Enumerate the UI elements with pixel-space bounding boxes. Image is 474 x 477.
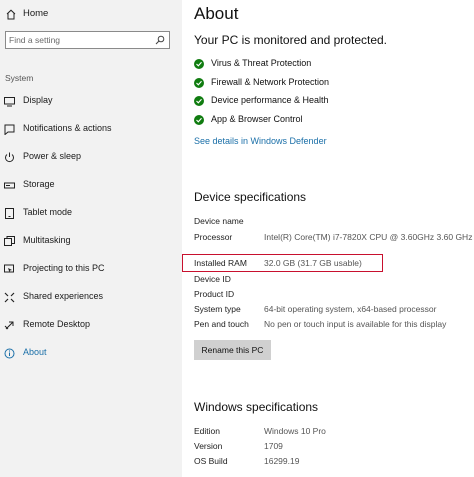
spec-row-system-type: System type 64-bit operating system, x64… (194, 304, 437, 314)
home-nav-item[interactable]: Home (0, 4, 182, 26)
sidebar-item-label: Tablet mode (23, 207, 73, 217)
check-icon (194, 115, 204, 125)
sidebar-item-label: Notifications & actions (23, 123, 112, 133)
protection-heading: Your PC is monitored and protected. (194, 33, 388, 47)
sidebar-item-projecting[interactable]: Projecting to this PC (0, 258, 182, 280)
sidebar-item-tablet-mode[interactable]: Tablet mode (0, 202, 182, 224)
sidebar-item-label: Display (23, 95, 53, 105)
sidebar-item-label: Power & sleep (23, 151, 82, 161)
spec-row-product-id: Product ID (194, 289, 235, 299)
power-icon (5, 152, 14, 163)
home-icon (6, 9, 16, 20)
spec-row-pen-touch: Pen and touch No pen or touch input is a… (194, 319, 447, 329)
page-title: About (194, 4, 239, 23)
sidebar-item-display[interactable]: Display (0, 90, 182, 112)
sidebar-item-notifications[interactable]: Notifications & actions (0, 118, 182, 140)
search-box[interactable] (5, 31, 170, 49)
home-label: Home (23, 8, 49, 19)
check-icon (194, 78, 204, 88)
shared-icon (4, 292, 15, 303)
sidebar-item-power[interactable]: Power & sleep (0, 146, 182, 168)
tablet-icon (5, 208, 14, 219)
spec-row-edition: Edition Windows 10 Pro (194, 426, 326, 436)
sidebar-item-multitasking[interactable]: Multitasking (0, 230, 182, 252)
sidebar-item-label: Shared experiences (23, 291, 104, 301)
sidebar-item-shared-experiences[interactable]: Shared experiences (0, 286, 182, 308)
device-specs-heading: Device specifications (194, 190, 307, 204)
sidebar-item-storage[interactable]: Storage (0, 174, 182, 196)
spec-row-os-build: OS Build 16299.19 (194, 456, 300, 466)
spec-row-installed-ram: Installed RAM 32.0 GB (31.7 GB usable) (194, 258, 362, 268)
windows-specs-heading: Windows specifications (194, 400, 319, 414)
storage-icon (4, 182, 15, 189)
notifications-icon (4, 124, 15, 135)
check-icon (194, 96, 204, 106)
multitasking-icon (4, 236, 15, 246)
display-icon (4, 97, 15, 107)
sidebar-item-label: About (23, 347, 47, 357)
section-header-system: System (5, 73, 34, 83)
search-icon[interactable] (155, 35, 165, 45)
sidebar: Home System Display Notifications & acti… (0, 0, 182, 477)
windows-defender-link[interactable]: See details in Windows Defender (194, 136, 327, 146)
spec-row-device-id: Device ID (194, 274, 231, 284)
main-content: About Your PC is monitored and protected… (182, 0, 474, 477)
info-icon (4, 348, 15, 359)
sidebar-item-label: Multitasking (23, 235, 71, 245)
projecting-icon (4, 264, 14, 273)
rename-pc-button[interactable]: Rename this PC (194, 340, 271, 360)
spec-row-version: Version 1709 (194, 441, 283, 451)
check-icon (194, 59, 204, 69)
spec-row-processor: Processor Intel(R) Core(TM) i7-7820X CPU… (194, 232, 473, 242)
sidebar-item-label: Remote Desktop (23, 319, 91, 329)
sidebar-item-remote-desktop[interactable]: Remote Desktop (0, 314, 182, 336)
sidebar-item-label: Projecting to this PC (23, 263, 105, 273)
spec-row-device-name: Device name (194, 216, 244, 226)
sidebar-item-about[interactable]: About (0, 342, 182, 364)
search-input[interactable] (9, 34, 149, 46)
sidebar-item-label: Storage (23, 179, 55, 189)
remote-desktop-icon (4, 321, 14, 330)
